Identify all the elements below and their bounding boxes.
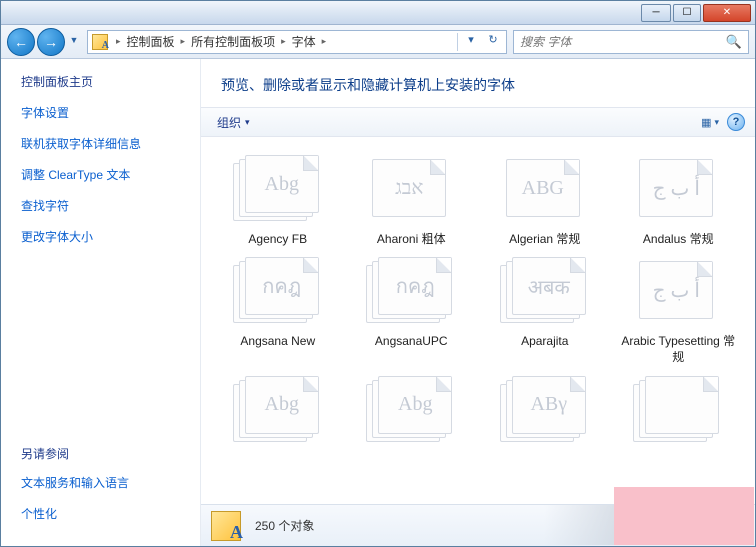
crumb-all-items[interactable]: 所有控制面板项	[187, 33, 279, 50]
sidebar-link-font-settings[interactable]: 字体设置	[21, 104, 190, 121]
sidebar-link-text-services[interactable]: 文本服务和输入语言	[21, 474, 190, 491]
history-dropdown[interactable]: ▼	[67, 28, 81, 52]
search-input[interactable]	[520, 35, 726, 49]
font-name-label: AngsanaUPC	[375, 333, 448, 349]
crumb-fonts[interactable]: 字体	[288, 33, 320, 50]
font-name-label: Arabic Typesetting 常规	[618, 333, 738, 365]
title-bar: ─ ☐ ✕	[1, 1, 755, 25]
nav-toolbar: ← → ▼ ▸ 控制面板 ▸ 所有控制面板项 ▸ 字体 ▸ ▾ ↻ 🔍	[1, 25, 755, 59]
page-title: 预览、删除或者显示和隐藏计算机上安装的字体	[201, 59, 755, 107]
forward-button[interactable]: →	[37, 28, 65, 56]
crumb-sep-icon[interactable]: ▸	[114, 36, 123, 47]
view-grid-icon: ▦	[701, 116, 711, 129]
help-button[interactable]: ?	[727, 113, 745, 131]
search-icon[interactable]: 🔍	[726, 34, 742, 50]
font-thumbnail: Abg	[233, 155, 323, 223]
toolbar: 组织 ▾ ▦ ▾ ?	[201, 107, 755, 137]
font-item[interactable]: กคฎ AngsanaUPC	[350, 257, 472, 365]
divider	[457, 33, 458, 51]
chevron-down-icon: ▾	[714, 117, 719, 128]
font-sample-text: אבג	[395, 177, 423, 200]
crumb-sep-icon[interactable]: ▸	[320, 36, 329, 47]
arrow-right-icon: →	[44, 34, 58, 50]
font-sample-text: กคฎ	[262, 270, 301, 302]
font-name-label: Aparajita	[521, 333, 568, 349]
refresh-icon: ↻	[488, 34, 497, 46]
font-item[interactable]: กคฎ Angsana New	[217, 257, 339, 365]
sidebar-link-find-char[interactable]: 查找字符	[21, 197, 190, 214]
font-thumbnail: ΑΒγ	[500, 376, 590, 440]
font-item[interactable]: Abg	[217, 376, 339, 448]
sidebar: 控制面板主页 字体设置 联机获取字体详细信息 调整 ClearType 文本 查…	[1, 59, 201, 546]
font-thumbnail: أ ب ج	[633, 155, 723, 223]
font-item[interactable]: אבג Aharoni 粗体	[350, 155, 472, 247]
fonts-folder-icon	[92, 34, 108, 50]
font-sample-text: กคฎ	[396, 270, 435, 302]
font-thumbnail: אבג	[366, 155, 456, 223]
refresh-button[interactable]: ↻	[484, 33, 502, 51]
font-sample-text: ΑΒγ	[530, 393, 567, 416]
font-grid: Abg Agency FB אבג Aharoni 粗体 ABG Algerian 常规 أ…	[201, 137, 755, 504]
status-count-text: 250 个对象	[255, 517, 314, 534]
sidebar-link-font-size[interactable]: 更改字体大小	[21, 228, 190, 245]
chevron-down-icon: ▼	[70, 35, 79, 45]
organize-label: 组织	[217, 114, 241, 131]
view-mode-button[interactable]: ▦ ▾	[701, 116, 719, 129]
overlay	[614, 487, 754, 545]
fonts-folder-icon	[211, 511, 241, 541]
sidebar-see-also-heading: 另请参阅	[21, 445, 190, 462]
close-icon: ✕	[723, 7, 731, 18]
font-item[interactable]: ΑΒγ	[484, 376, 606, 448]
font-sample-text: Abg	[265, 173, 299, 196]
chevron-down-icon: ▾	[245, 117, 250, 128]
font-thumbnail: กคฎ	[233, 257, 323, 325]
crumb-sep-icon[interactable]: ▸	[179, 36, 188, 47]
font-name-label: Aharoni 粗体	[377, 231, 446, 247]
font-thumbnail: Abg	[233, 376, 323, 440]
minimize-button[interactable]: ─	[641, 4, 671, 22]
font-item[interactable]: أ ب ج Andalus 常规	[617, 155, 739, 247]
font-sample-text: أ ب ج	[653, 176, 700, 201]
minimize-icon: ─	[652, 7, 659, 18]
font-name-label: Algerian 常规	[509, 231, 580, 247]
sidebar-link-personalization[interactable]: 个性化	[21, 505, 190, 522]
help-icon: ?	[733, 116, 740, 128]
font-item[interactable]: Abg Agency FB	[217, 155, 339, 247]
font-item[interactable]: Abg	[350, 376, 472, 448]
font-thumbnail: أ ب ج	[633, 257, 723, 325]
font-name-label: Agency FB	[248, 231, 307, 247]
arrow-left-icon: ←	[14, 34, 28, 50]
font-sample-text: अबक	[528, 273, 570, 300]
sidebar-link-online-info[interactable]: 联机获取字体详细信息	[21, 135, 190, 152]
font-thumbnail: Abg	[366, 376, 456, 440]
crumb-sep-icon[interactable]: ▸	[279, 36, 288, 47]
font-name-label: Angsana New	[240, 333, 315, 349]
font-thumbnail	[633, 376, 723, 440]
font-sample-text: أ ب ج	[653, 278, 700, 303]
chevron-down-icon: ▾	[468, 34, 474, 46]
address-dropdown[interactable]: ▾	[462, 33, 480, 51]
address-bar[interactable]: ▸ 控制面板 ▸ 所有控制面板项 ▸ 字体 ▸ ▾ ↻	[87, 30, 507, 54]
crumb-control-panel[interactable]: 控制面板	[123, 33, 179, 50]
font-thumbnail: กคฎ	[366, 257, 456, 325]
maximize-button[interactable]: ☐	[673, 4, 701, 22]
maximize-icon: ☐	[683, 7, 692, 18]
font-sample-text: Abg	[398, 393, 432, 416]
sidebar-home-link[interactable]: 控制面板主页	[21, 73, 190, 90]
font-item[interactable]: ABG Algerian 常规	[484, 155, 606, 247]
search-box[interactable]: 🔍	[513, 30, 749, 54]
font-thumbnail: ABG	[500, 155, 590, 223]
organize-button[interactable]: 组织 ▾	[211, 112, 256, 133]
font-item[interactable]	[617, 376, 739, 448]
sidebar-link-cleartype[interactable]: 调整 ClearType 文本	[21, 166, 190, 183]
font-item[interactable]: अबक Aparajita	[484, 257, 606, 365]
font-item[interactable]: أ ب ج Arabic Typesetting 常规	[617, 257, 739, 365]
close-button[interactable]: ✕	[703, 4, 751, 22]
font-sample-text: ABG	[522, 177, 564, 200]
font-thumbnail: अबक	[500, 257, 590, 325]
font-sample-text: Abg	[265, 393, 299, 416]
content-pane: 预览、删除或者显示和隐藏计算机上安装的字体 组织 ▾ ▦ ▾ ? Abg Agen…	[201, 59, 755, 546]
back-button[interactable]: ←	[7, 28, 35, 56]
font-name-label: Andalus 常规	[643, 231, 714, 247]
